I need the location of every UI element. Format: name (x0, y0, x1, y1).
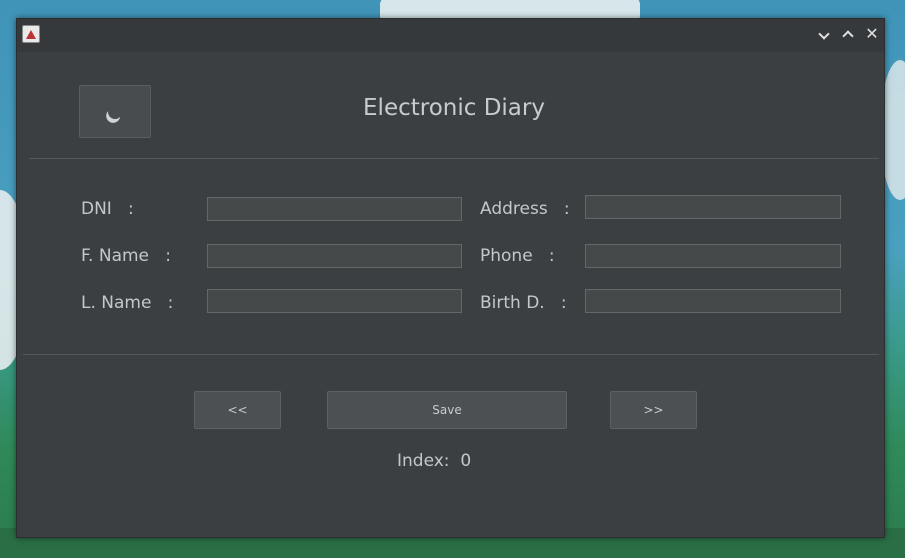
moon-icon (106, 103, 124, 121)
app-window: ✕ Electronic Diary DNI : F. Name : L. Na… (16, 18, 885, 538)
address-label: Address : (480, 199, 570, 219)
chevron-up-icon (842, 30, 854, 42)
dni-label: DNI : (81, 199, 134, 219)
phone-field[interactable] (585, 244, 841, 268)
lname-field[interactable] (207, 289, 462, 313)
previous-button[interactable]: << (194, 391, 281, 429)
index-status: Index: 0 (397, 451, 471, 471)
lname-label: L. Name : (81, 293, 174, 313)
chevron-down-icon (818, 28, 830, 40)
fname-field[interactable] (207, 244, 462, 268)
phone-label: Phone : (480, 246, 555, 266)
close-icon: ✕ (865, 24, 879, 43)
index-label: Index: (397, 451, 450, 471)
dni-field[interactable] (207, 197, 462, 221)
page-title: Electronic Diary (363, 95, 545, 121)
divider (23, 354, 879, 355)
next-button[interactable]: >> (610, 391, 697, 429)
save-button[interactable]: Save (327, 391, 567, 429)
title-bar[interactable]: ✕ (17, 19, 884, 52)
minimize-button[interactable] (815, 25, 833, 43)
divider (29, 158, 879, 159)
index-value: 0 (460, 451, 472, 471)
app-icon[interactable] (22, 25, 40, 43)
close-button[interactable]: ✕ (863, 25, 881, 43)
fname-label: F. Name : (81, 246, 171, 266)
maximize-button[interactable] (839, 25, 857, 43)
logo-button[interactable] (79, 85, 151, 138)
address-field[interactable] (585, 195, 841, 219)
birth-date-label: Birth D. : (480, 293, 567, 313)
birth-date-field[interactable] (585, 289, 841, 313)
